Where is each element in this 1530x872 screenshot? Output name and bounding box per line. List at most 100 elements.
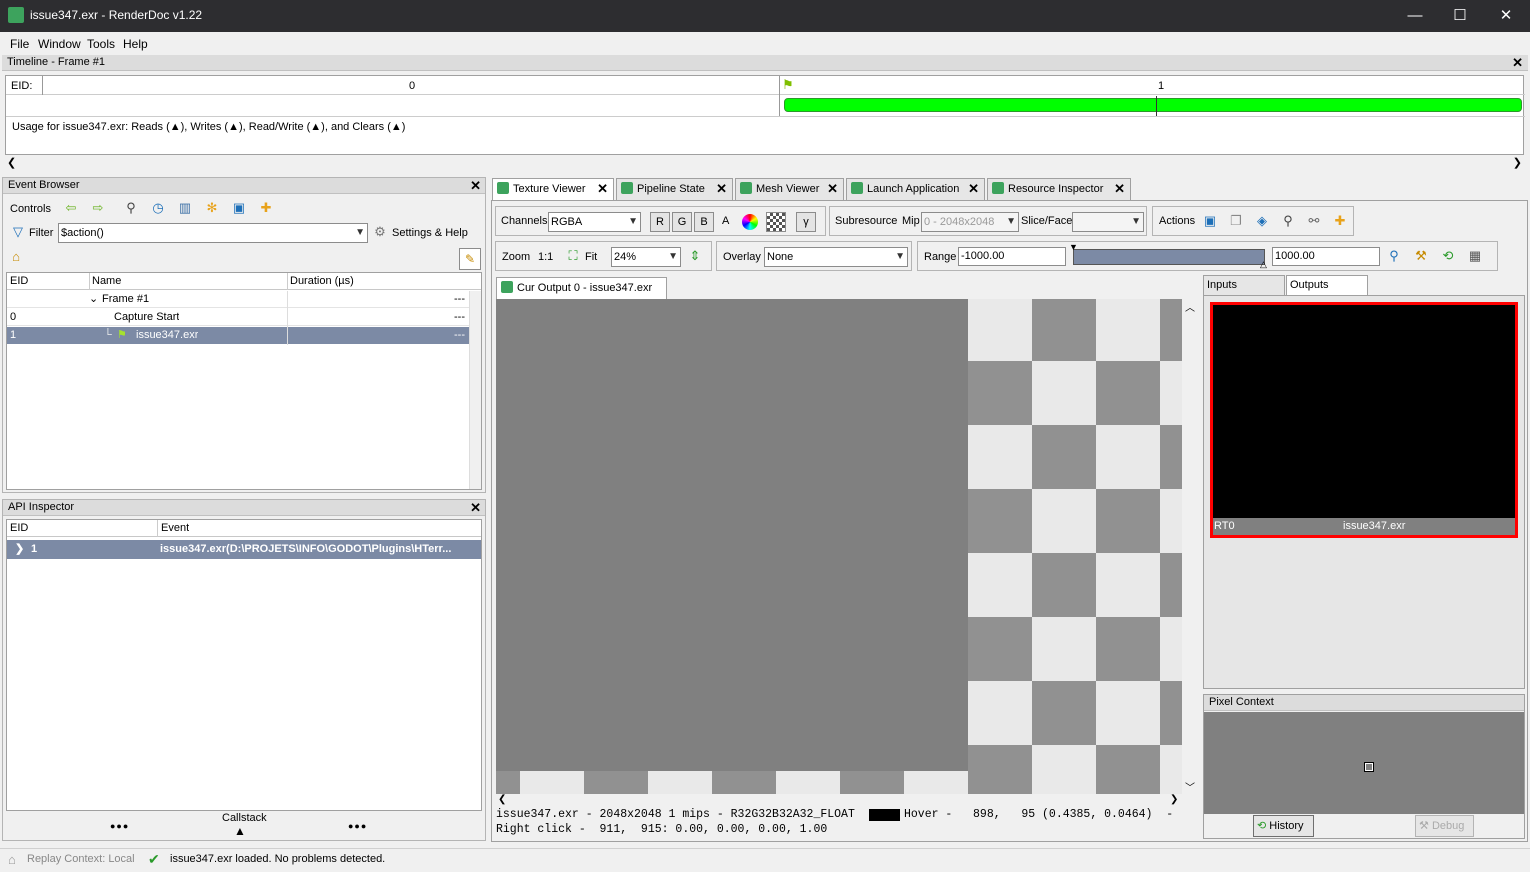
tab-close-icon[interactable]: ✕ xyxy=(968,179,979,199)
scroll-left-icon[interactable]: ❮ xyxy=(498,794,506,805)
event-browser-close-icon[interactable]: ✕ xyxy=(470,179,481,192)
canvas-vscrollbar[interactable]: ︿ ﹀ xyxy=(1182,299,1197,794)
save-texture-icon[interactable]: ▣ xyxy=(1201,212,1219,230)
api-inspector-close-icon[interactable]: ✕ xyxy=(470,501,481,514)
histogram-icon[interactable]: ▦ xyxy=(1466,247,1484,265)
rt0-thumbnail[interactable]: RT0 issue347.exr xyxy=(1210,302,1518,538)
maximize-button[interactable]: ☐ xyxy=(1437,0,1483,32)
col-duration[interactable]: Duration (µs) xyxy=(287,273,354,290)
menu-tools[interactable]: Tools xyxy=(87,37,115,51)
col-event[interactable]: Event xyxy=(157,520,189,537)
timeline-event-bar[interactable] xyxy=(784,98,1522,112)
table-row-selected[interactable]: 1 └ ⚑ issue347.exr --- xyxy=(7,327,469,344)
arrow-right-icon[interactable]: ⇨ xyxy=(89,199,107,217)
tab-texture-viewer[interactable]: Texture Viewer ✕ xyxy=(492,178,614,201)
checkerboard-icon[interactable] xyxy=(766,212,786,232)
debug-button[interactable]: ⚒ Debug xyxy=(1415,815,1474,837)
channel-g-toggle[interactable]: G xyxy=(672,212,692,232)
range-max-input[interactable]: 1000.00 xyxy=(1272,247,1380,266)
flip-vertical-icon[interactable]: ⇕ xyxy=(686,247,704,265)
link-icon[interactable]: ⚯ xyxy=(1305,212,1323,230)
history-button[interactable]: ⟲ History xyxy=(1253,815,1314,837)
channel-a-toggle[interactable]: A xyxy=(722,215,729,227)
tab-resource-inspector[interactable]: Resource Inspector ✕ xyxy=(987,178,1131,200)
gamma-toggle[interactable]: γ xyxy=(796,212,816,232)
fit-icon[interactable]: ⛶ xyxy=(564,247,582,265)
zoom-select[interactable]: 24% ▼ xyxy=(611,247,681,267)
binoculars-icon[interactable]: ⚲ xyxy=(122,199,140,217)
view-resource-icon[interactable]: ◈ xyxy=(1253,212,1271,230)
bookmark-bars-icon[interactable]: ▥ xyxy=(176,199,194,217)
replay-context-label[interactable]: Replay Context: Local xyxy=(27,853,135,865)
zoom-range-icon[interactable]: ⚲ xyxy=(1385,247,1403,265)
tab-close-icon[interactable]: ✕ xyxy=(1114,179,1125,199)
tab-inputs[interactable]: Inputs xyxy=(1203,275,1285,295)
filter-input[interactable]: $action() ▼ xyxy=(58,223,368,243)
puzzle-icon[interactable]: ✚ xyxy=(257,199,275,217)
callstack-expand-icon[interactable]: ▲ xyxy=(234,824,246,838)
expand-chevron-icon[interactable]: ⌄ xyxy=(89,291,98,308)
callstack-label[interactable]: Callstack xyxy=(222,812,267,824)
pixel-context-view[interactable] xyxy=(1204,712,1524,814)
scroll-up-icon[interactable]: ︿ xyxy=(1185,299,1195,314)
tab-cur-output[interactable]: Cur Output 0 - issue347.exr xyxy=(496,277,667,299)
fit-button[interactable]: Fit xyxy=(585,251,597,263)
color-wheel-icon[interactable] xyxy=(742,214,758,230)
overlay-select[interactable]: None ▼ xyxy=(764,247,908,267)
timeline-close-icon[interactable]: ✕ xyxy=(1512,56,1523,69)
table-row-selected[interactable]: ❯ 1 issue347.exr(D:\PROJETS\INFO\GODOT\P… xyxy=(7,540,481,559)
range-min-handle[interactable]: ▼ xyxy=(1069,242,1078,252)
menu-help[interactable]: Help xyxy=(123,37,148,51)
timeline-area[interactable]: EID: 0 ⚑ 1 Usage for issue347.exr: Reads… xyxy=(5,75,1525,155)
reset-range-icon[interactable]: ⟲ xyxy=(1439,247,1457,265)
table-row[interactable]: 0 Capture Start --- xyxy=(7,309,469,326)
table-row[interactable]: ⌄ Frame #1 --- xyxy=(7,291,469,308)
panel-dots-left[interactable]: ●●● xyxy=(110,821,129,831)
tab-close-icon[interactable]: ✕ xyxy=(597,179,608,199)
tab-mesh-viewer[interactable]: Mesh Viewer ✕ xyxy=(735,178,844,200)
copy-icon[interactable]: ❐ xyxy=(1227,212,1245,230)
scroll-right-icon[interactable]: ❯ xyxy=(1170,794,1178,805)
home-icon[interactable]: ⌂ xyxy=(7,248,25,266)
range-min-input[interactable]: -1000.00 xyxy=(958,247,1066,266)
minimize-button[interactable]: — xyxy=(1392,0,1438,32)
range-max-handle[interactable]: △ xyxy=(1260,259,1267,270)
mip-select[interactable]: 0 - 2048x2048 ▼ xyxy=(921,212,1019,232)
menu-window[interactable]: Window xyxy=(38,37,81,51)
slice-face-select[interactable]: ▼ xyxy=(1072,212,1144,232)
scroll-left-icon[interactable]: ❮ xyxy=(7,156,16,169)
range-histogram-slider[interactable] xyxy=(1073,249,1265,265)
zoom-1-1-button[interactable]: 1:1 xyxy=(538,251,553,263)
puzzle-icon[interactable]: ✚ xyxy=(1331,212,1349,230)
settings-gear-icon[interactable]: ⚙ xyxy=(371,223,389,241)
scroll-down-icon[interactable]: ﹀ xyxy=(1185,779,1195,794)
close-window-button[interactable]: ✕ xyxy=(1483,0,1529,32)
channels-select[interactable]: RGBA ▼ xyxy=(548,212,641,232)
channel-b-toggle[interactable]: B xyxy=(694,212,714,232)
clock-icon[interactable]: ◷ xyxy=(149,199,167,217)
col-name[interactable]: Name xyxy=(89,273,121,290)
scroll-right-icon[interactable]: ❯ xyxy=(1513,156,1522,169)
tab-close-icon[interactable]: ✕ xyxy=(827,179,838,199)
canvas-hscrollbar[interactable]: ❮ ❯ xyxy=(496,794,1182,808)
tab-close-icon[interactable]: ✕ xyxy=(716,179,727,199)
save-icon[interactable]: ▣ xyxy=(230,199,248,217)
timeline-hscrollbar[interactable]: ❮ ❯ xyxy=(5,156,1524,171)
event-tree-vscrollbar[interactable] xyxy=(469,291,481,489)
tab-pipeline-state[interactable]: Pipeline State ✕ xyxy=(616,178,733,200)
gear-flower-icon[interactable]: ✻ xyxy=(203,199,221,217)
settings-help-button[interactable]: Settings & Help xyxy=(392,227,468,239)
panel-dots-right[interactable]: ●●● xyxy=(348,821,367,831)
col-eid[interactable]: EID xyxy=(10,273,28,290)
event-tree[interactable]: EID Name Duration (µs) ⌄ Frame #1 --- 0 … xyxy=(6,272,482,490)
channel-r-toggle[interactable]: R xyxy=(650,212,670,232)
arrow-left-icon[interactable]: ⇦ xyxy=(62,199,80,217)
tab-outputs[interactable]: Outputs xyxy=(1286,275,1368,296)
expand-arrow-icon[interactable]: ❯ xyxy=(15,541,24,558)
api-call-list[interactable]: EID Event ❯ 1 issue347.exr(D:\PROJETS\IN… xyxy=(6,519,482,811)
auto-fit-wand-icon[interactable]: ⚒ xyxy=(1412,247,1430,265)
texture-canvas[interactable] xyxy=(496,299,1182,794)
binoculars-icon[interactable]: ⚲ xyxy=(1279,212,1297,230)
col-eid[interactable]: EID xyxy=(10,520,28,537)
edit-notes-icon[interactable]: ✎ xyxy=(459,248,481,270)
